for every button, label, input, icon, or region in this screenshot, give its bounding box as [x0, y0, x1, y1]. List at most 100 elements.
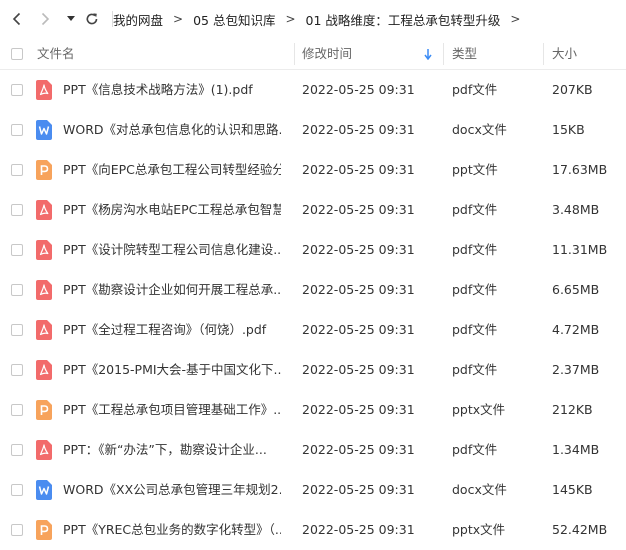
- column-divider[interactable]: [443, 43, 444, 65]
- file-name[interactable]: PPT《工程总承包项目管理基础工作》...: [63, 390, 281, 430]
- file-name[interactable]: WORD《XX公司总承包管理三年规划2...: [63, 470, 281, 510]
- pdf-file-icon: [36, 440, 52, 460]
- breadcrumb-item-knowledge-base[interactable]: 05 总包知识库: [193, 10, 275, 29]
- row-checkbox[interactable]: [11, 124, 23, 136]
- file-row[interactable]: PPT《2015-PMI大会-基于中国文化下... 2022-05-25 09:3…: [0, 350, 626, 390]
- file-row[interactable]: WORD《XX公司总承包管理三年规划2... 2022-05-25 09:31 do…: [0, 470, 626, 510]
- chevron-left-icon: [12, 12, 21, 26]
- file-type: pptx文件: [452, 522, 506, 537]
- file-type: pdf文件: [452, 82, 498, 97]
- pdf-file-icon: [36, 360, 52, 380]
- file-list-header: 文件名 修改时间 类型 大小: [0, 39, 626, 70]
- file-modified-time: 2022-05-25 09:31: [302, 482, 415, 497]
- file-row[interactable]: WORD《对总承包信息化的认识和思路... 2022-05-25 09:31 doc…: [0, 110, 626, 150]
- file-type: pdf文件: [452, 362, 498, 377]
- file-name[interactable]: PPT《向EPC总承包工程公司转型经验分...: [63, 150, 281, 190]
- file-name[interactable]: PPT：《新“办法”下，勘察设计企业...: [63, 430, 281, 470]
- file-modified-time: 2022-05-25 09:31: [302, 402, 415, 417]
- row-checkbox[interactable]: [11, 524, 23, 536]
- file-type: pdf文件: [452, 242, 498, 257]
- column-divider[interactable]: [543, 43, 544, 65]
- file-modified-time: 2022-05-25 09:31: [302, 242, 415, 257]
- file-size: 1.34MB: [552, 442, 600, 457]
- file-row[interactable]: PPT《YREC总包业务的数字化转型》（... 2022-05-25 09:31 p…: [0, 510, 626, 550]
- word-file-icon: [36, 480, 52, 500]
- row-checkbox[interactable]: [11, 484, 23, 496]
- file-size: 6.65MB: [552, 282, 600, 297]
- file-modified-time: 2022-05-25 09:31: [302, 522, 415, 537]
- pdf-file-icon: [36, 240, 52, 260]
- file-name[interactable]: PPT《勘察设计企业如何开展工程总承...: [63, 270, 281, 310]
- file-name[interactable]: PPT《信息技术战略方法》(1).pdf: [63, 70, 281, 110]
- file-size: 2.37MB: [552, 362, 600, 377]
- pdf-file-icon: [36, 280, 52, 300]
- forward-button[interactable]: [36, 8, 54, 30]
- row-checkbox[interactable]: [11, 284, 23, 296]
- file-name[interactable]: PPT《2015-PMI大会-基于中国文化下...: [63, 350, 281, 390]
- file-name[interactable]: PPT《杨房沟水电站EPC工程总承包智慧...: [63, 190, 281, 230]
- ppt-file-icon: [36, 160, 52, 180]
- file-name[interactable]: WORD《对总承包信息化的认识和思路...: [63, 110, 281, 150]
- file-row[interactable]: PPT《工程总承包项目管理基础工作》... 2022-05-25 09:31 ppt…: [0, 390, 626, 430]
- ppt-file-icon: [36, 400, 52, 420]
- file-size: 207KB: [552, 82, 593, 97]
- file-row[interactable]: PPT《勘察设计企业如何开展工程总承... 2022-05-25 09:31 pdf…: [0, 270, 626, 310]
- file-row[interactable]: PPT《设计院转型工程公司信息化建设... 2022-05-25 09:31 pdf…: [0, 230, 626, 270]
- file-type: pptx文件: [452, 402, 506, 417]
- file-row[interactable]: PPT《向EPC总承包工程公司转型经验分... 2022-05-25 09:31 p…: [0, 150, 626, 190]
- file-name[interactable]: PPT《全过程工程咨询》（何饶）.pdf: [63, 310, 281, 350]
- file-row[interactable]: PPT《全过程工程咨询》（何饶）.pdf 2022-05-25 09:31 pdf文…: [0, 310, 626, 350]
- row-checkbox[interactable]: [11, 204, 23, 216]
- file-size: 4.72MB: [552, 322, 600, 337]
- row-checkbox[interactable]: [11, 444, 23, 456]
- row-checkbox[interactable]: [11, 164, 23, 176]
- breadcrumb-separator: >: [510, 12, 521, 26]
- row-checkbox[interactable]: [11, 404, 23, 416]
- file-row[interactable]: PPT《信息技术战略方法》(1).pdf 2022-05-25 09:31 pdf文…: [0, 70, 626, 110]
- word-file-icon: [36, 120, 52, 140]
- file-size: 3.48MB: [552, 202, 600, 217]
- column-header-size[interactable]: 大小: [552, 39, 577, 69]
- file-modified-time: 2022-05-25 09:31: [302, 322, 415, 337]
- caret-down-icon: [67, 16, 75, 21]
- breadcrumb-item-strategy[interactable]: 01 战略维度：工程总承包转型升级: [306, 10, 501, 29]
- file-size: 17.63MB: [552, 162, 608, 177]
- ppt-file-icon: [36, 520, 52, 540]
- sort-descending-button[interactable]: [424, 39, 432, 69]
- file-modified-time: 2022-05-25 09:31: [302, 82, 415, 97]
- file-name[interactable]: PPT《设计院转型工程公司信息化建设...: [63, 230, 281, 270]
- breadcrumb: 我的网盘 > 05 总包知识库 > 01 战略维度：工程总承包转型升级 >: [113, 0, 530, 38]
- file-name[interactable]: PPT《YREC总包业务的数字化转型》（...: [63, 510, 281, 550]
- file-modified-time: 2022-05-25 09:31: [302, 362, 415, 377]
- file-type: pdf文件: [452, 322, 498, 337]
- file-modified-time: 2022-05-25 09:31: [302, 282, 415, 297]
- file-modified-time: 2022-05-25 09:31: [302, 122, 415, 137]
- file-row[interactable]: PPT《杨房沟水电站EPC工程总承包智慧... 2022-05-25 09:31 p…: [0, 190, 626, 230]
- file-row[interactable]: PPT：《新“办法”下，勘察设计企业... 2022-05-25 09:31 pdf…: [0, 430, 626, 470]
- row-checkbox[interactable]: [11, 84, 23, 96]
- file-size: 212KB: [552, 402, 593, 417]
- file-modified-time: 2022-05-25 09:31: [302, 442, 415, 457]
- column-divider[interactable]: [294, 43, 295, 65]
- file-size: 52.42MB: [552, 522, 608, 537]
- refresh-button[interactable]: [82, 8, 102, 30]
- column-header-type[interactable]: 类型: [452, 39, 477, 69]
- file-type: pdf文件: [452, 282, 498, 297]
- pdf-file-icon: [36, 200, 52, 220]
- breadcrumb-item-root[interactable]: 我的网盘: [113, 10, 163, 29]
- refresh-icon: [86, 13, 98, 25]
- file-type: pdf文件: [452, 202, 498, 217]
- history-dropdown-button[interactable]: [64, 8, 78, 30]
- row-checkbox[interactable]: [11, 324, 23, 336]
- breadcrumb-separator: >: [285, 12, 296, 26]
- select-all-checkbox[interactable]: [11, 48, 23, 60]
- back-button[interactable]: [8, 8, 26, 30]
- column-header-modified[interactable]: 修改时间: [302, 39, 352, 69]
- column-header-name[interactable]: 文件名: [37, 39, 75, 69]
- row-checkbox[interactable]: [11, 364, 23, 376]
- file-type: pdf文件: [452, 442, 498, 457]
- file-size: 11.31MB: [552, 242, 608, 257]
- file-size: 15KB: [552, 122, 585, 137]
- row-checkbox[interactable]: [11, 244, 23, 256]
- file-type: docx文件: [452, 482, 507, 497]
